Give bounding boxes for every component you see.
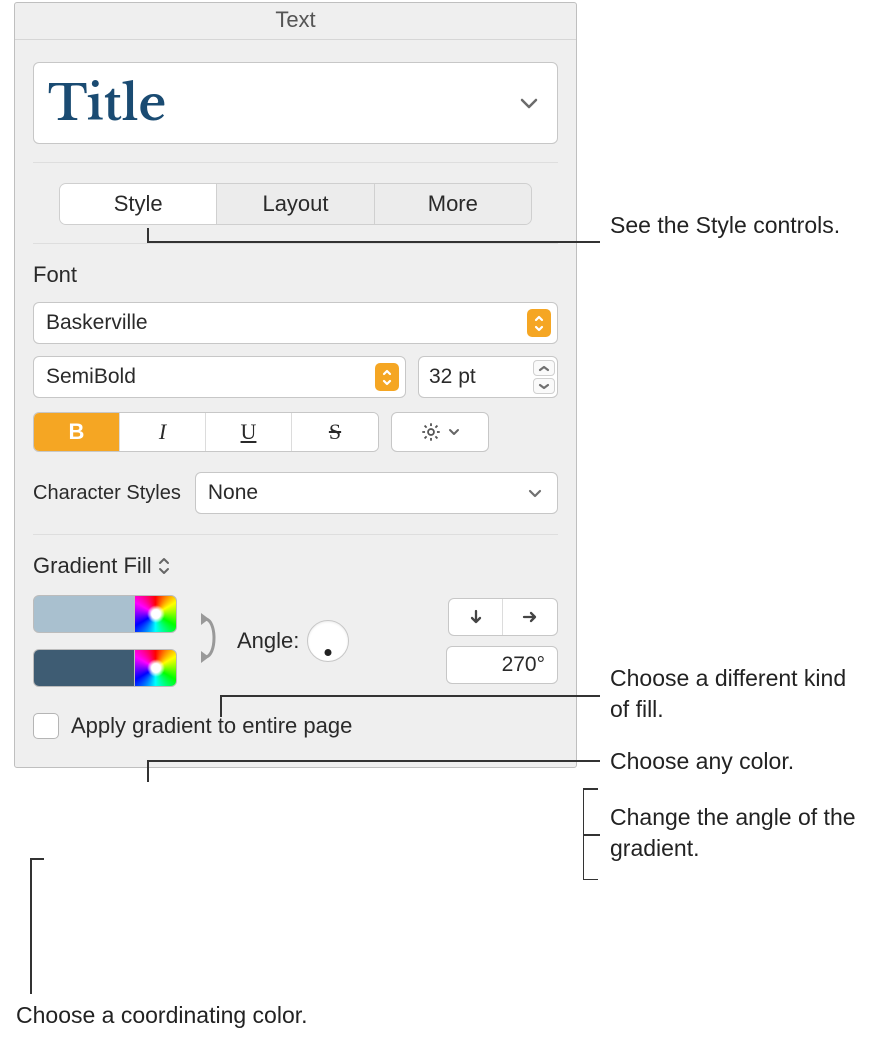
font-heading: Font (33, 262, 558, 288)
direction-right-button[interactable] (503, 599, 557, 635)
callout-leader (30, 858, 44, 860)
angle-value: 270° (502, 653, 545, 677)
callout-leader (147, 241, 600, 243)
callout-kind-of-fill: Choose a different kind of fill. (610, 663, 870, 725)
swap-colors-button[interactable] (195, 609, 223, 673)
direction-buttons (448, 598, 558, 636)
chevron-down-icon (447, 427, 461, 437)
callout-style-controls: See the Style controls. (610, 210, 860, 241)
chevron-down-icon (519, 97, 539, 109)
font-family-value: Baskerville (46, 311, 148, 335)
bold-button[interactable]: B (34, 413, 120, 451)
callout-leader (220, 695, 222, 717)
callout-leader (220, 695, 600, 697)
font-weight-value: SemiBold (46, 365, 136, 389)
callout-leader (147, 228, 149, 242)
panel-title: Text (15, 3, 576, 40)
strikethrough-button[interactable]: S (292, 413, 378, 451)
direction-down-button[interactable] (449, 599, 503, 635)
character-styles-value: None (208, 481, 258, 505)
font-weight-select[interactable]: SemiBold (33, 356, 406, 398)
gear-icon (420, 421, 442, 443)
size-down-button[interactable] (533, 378, 555, 394)
tab-bar: Style Layout More (59, 183, 532, 225)
paragraph-style-label: Title (48, 73, 166, 133)
angle-label: Angle: (237, 628, 299, 654)
color-picker-2-button[interactable] (135, 649, 177, 687)
callout-angle: Change the angle of the gradient. (610, 802, 870, 864)
advanced-options-button[interactable] (391, 412, 489, 452)
callout-coord-color: Choose a coordinating color. (16, 1000, 516, 1031)
paragraph-style-select[interactable]: Title (33, 62, 558, 144)
callout-leader (147, 760, 149, 782)
apply-to-page-label: Apply gradient to entire page (71, 713, 352, 739)
italic-button[interactable]: I (120, 413, 206, 451)
fill-type-label: Gradient Fill (33, 553, 152, 579)
tab-layout[interactable]: Layout (217, 184, 374, 224)
updown-icon (375, 363, 399, 391)
font-family-select[interactable]: Baskerville (33, 302, 558, 344)
callout-leader (30, 858, 32, 994)
angle-input[interactable]: 270° (446, 646, 558, 684)
callout-any-color: Choose any color. (610, 746, 870, 777)
color-picker-1-button[interactable] (135, 595, 177, 633)
text-inspector-panel: Text Title Style Layout More Font Basker… (14, 2, 577, 768)
callout-leader (147, 760, 600, 762)
character-styles-select[interactable]: None (195, 472, 558, 514)
font-size-field[interactable]: 32 pt (418, 356, 558, 398)
callout-leader (583, 834, 600, 836)
apply-to-page-checkbox[interactable] (33, 713, 59, 739)
tab-more[interactable]: More (375, 184, 531, 224)
font-size-stepper[interactable] (533, 358, 555, 396)
updown-icon (158, 557, 170, 575)
chevron-down-icon (527, 487, 543, 499)
angle-knob[interactable] (307, 620, 349, 662)
fill-type-select[interactable]: Gradient Fill (33, 553, 558, 579)
character-styles-label: Character Styles (33, 482, 181, 505)
underline-button[interactable]: U (206, 413, 292, 451)
font-size-value: 32 pt (429, 365, 476, 389)
gradient-color-1-swatch[interactable] (33, 595, 135, 633)
updown-icon (527, 309, 551, 337)
size-up-button[interactable] (533, 360, 555, 376)
font-style-group: B I U S (33, 412, 379, 452)
tab-style[interactable]: Style (60, 184, 217, 224)
gradient-color-2-swatch[interactable] (33, 649, 135, 687)
